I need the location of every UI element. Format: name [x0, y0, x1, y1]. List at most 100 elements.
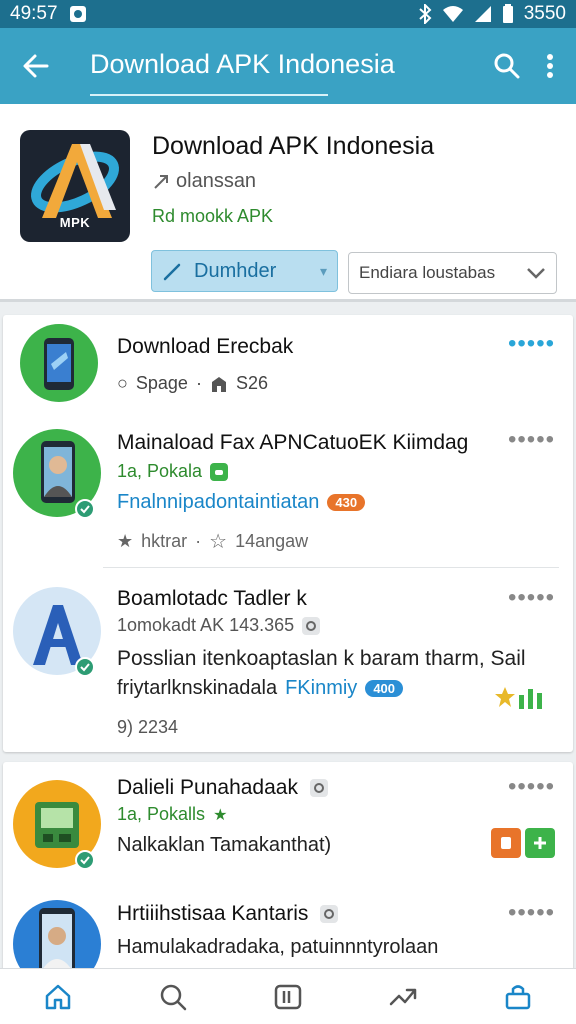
- back-button[interactable]: [0, 28, 72, 104]
- nav-search[interactable]: [143, 969, 203, 1024]
- item-description: Nalkaklan Tamakanthat): [117, 834, 332, 856]
- search-icon: [160, 984, 187, 1010]
- title-underline: [90, 94, 328, 96]
- item-subtitle-text: 1omokadt AK 143.365: [117, 615, 295, 635]
- circle-icon: ○: [117, 373, 128, 393]
- more-vertical-icon: [547, 54, 553, 78]
- nav-home[interactable]: [28, 969, 88, 1024]
- app-logo: MPK: [20, 130, 130, 242]
- green-plus-icon: [525, 828, 555, 858]
- more-options-icon[interactable]: •••••: [508, 586, 555, 610]
- wifi-icon: [442, 5, 464, 23]
- nav-transfer[interactable]: [373, 969, 433, 1024]
- item-title: Mainaload Fax APNCatuoEK Kiimdag: [117, 431, 469, 454]
- overflow-menu-button[interactable]: [530, 28, 570, 104]
- item-title: Boamlotadc Tadler k: [117, 587, 307, 610]
- chevron-down-icon: [527, 268, 545, 279]
- search-icon: [494, 53, 520, 79]
- store-icon: [506, 984, 531, 1009]
- search-button[interactable]: [484, 28, 530, 104]
- list-item[interactable]: Boamlotadc Tadler k ••••• 1omokadt AK 14…: [3, 573, 573, 751]
- download-button[interactable]: Dumhder ▾: [151, 250, 338, 292]
- bottom-navigation: [0, 968, 576, 1024]
- star-filled-icon: ★: [117, 531, 134, 551]
- star-outline-icon: ☆: [209, 531, 228, 553]
- item-meta-b: S26: [235, 373, 268, 393]
- lock-icon: [309, 779, 328, 798]
- separator: ·: [195, 373, 202, 393]
- item-subtitle: 1a, Pokala: [117, 461, 229, 482]
- more-options-icon[interactable]: •••••: [508, 775, 555, 799]
- signal-icon: [474, 5, 492, 23]
- item-subtitle: 1a, Pokalls ★: [117, 804, 227, 825]
- list-item[interactable]: Dalieli Punahadaak ••••• 1a, Pokalls ★ N…: [3, 762, 573, 882]
- item-description-2: friytarlknskinadala FKinmiy 400: [117, 677, 404, 700]
- count-badge: 430: [327, 494, 366, 511]
- list-item[interactable]: Download Erecbak ••••• ○ Spage · S26: [3, 315, 573, 407]
- more-options-icon[interactable]: •••••: [508, 901, 555, 925]
- verified-badge-icon: [75, 499, 95, 519]
- item-meta: 9) 2234: [117, 717, 179, 737]
- more-options-icon[interactable]: •••••: [508, 428, 555, 452]
- list-item[interactable]: Mainaload Fax APNCatuoEK Kiimdag ••••• 1…: [3, 415, 573, 563]
- count-badge: 400: [365, 680, 404, 697]
- app-header-card: MPK Download APK Indonesia olanssan Rd m…: [0, 104, 576, 302]
- lock-icon: [302, 616, 321, 635]
- bluetooth-icon: [418, 4, 432, 24]
- app-tag: Rd mookk APK: [152, 206, 274, 226]
- item-meta-a: Spage: [135, 373, 188, 393]
- home-icon: [45, 984, 70, 1009]
- status-time: 49:57: [10, 3, 58, 24]
- item-title: Download Erecbak: [117, 335, 294, 358]
- item-subtitle-text: 1a, Pokala: [117, 461, 203, 481]
- item-title: Dalieli Punahadaak: [117, 776, 328, 800]
- app-title: Download APK Indonesia: [152, 132, 435, 160]
- category-select[interactable]: Endiara loustabas: [348, 252, 557, 294]
- transfer-icon: [389, 988, 417, 1005]
- list-item[interactable]: Hrtiiihstisaa Kantaris ••••• Hamulakadra…: [3, 890, 573, 988]
- item-meta: ★ hktrar · ☆ 14angaw: [117, 529, 308, 554]
- building-icon: [211, 376, 226, 392]
- app-list-card: Download Erecbak ••••• ○ Spage · S26 Mai…: [3, 315, 573, 752]
- download-button-label: Dumhder: [194, 259, 277, 282]
- status-battery-text: 3550: [523, 3, 566, 24]
- item-description-text: Fnalnnipadontaintiatan: [117, 491, 320, 513]
- orange-app-icon: [491, 828, 521, 858]
- arrow-left-icon: [23, 54, 49, 78]
- app-bar: Download APK Indonesia: [0, 28, 576, 104]
- item-description: Fnalnnipadontaintiatan 430: [117, 491, 366, 514]
- nav-library[interactable]: [258, 969, 318, 1024]
- app-logo-text: MPK: [59, 215, 91, 230]
- share-icon: [154, 174, 168, 189]
- item-description: Posslian itenkoaptaslan k baram tharm, S…: [117, 647, 526, 670]
- chevron-down-icon: ▾: [319, 262, 327, 279]
- app-subtitle-text: olanssan: [176, 170, 257, 192]
- app-list-card: Dalieli Punahadaak ••••• 1a, Pokalls ★ N…: [3, 762, 573, 988]
- lock-icon: [320, 905, 339, 924]
- more-options-icon[interactable]: •••••: [508, 332, 555, 356]
- app-icon-phone: [20, 324, 98, 402]
- app-badges: [491, 828, 555, 858]
- battery-icon: [502, 4, 514, 24]
- item-subtitle-text: 1a, Pokalls: [117, 804, 206, 824]
- separator: ·: [195, 531, 202, 551]
- verified-badge-icon: [75, 657, 95, 677]
- item-description: Hamulakadradaka, patuinnntyrolaan: [117, 936, 439, 958]
- item-subtitle: 1omokadt AK 143.365: [117, 615, 321, 636]
- verified-badge-icon: [75, 850, 95, 870]
- item-title-text: Dalieli Punahadaak: [117, 776, 298, 799]
- item-link[interactable]: FKinmiy: [285, 677, 357, 700]
- item-title-text: Hrtiiihstisaa Kantaris: [117, 902, 309, 925]
- item-meta-a: hktrar: [141, 531, 188, 551]
- notification-icon: [68, 4, 88, 24]
- status-bar: 49:57 3550: [0, 0, 576, 28]
- rating-stars-icon: [495, 685, 551, 716]
- page-title: Download APK Indonesia: [90, 48, 395, 79]
- pencil-icon: [163, 263, 181, 281]
- library-icon: [274, 984, 302, 1009]
- item-description-2-text: friytarlknskinadala: [117, 677, 278, 699]
- nav-store[interactable]: [488, 969, 548, 1024]
- item-title: Hrtiiihstisaa Kantaris: [117, 902, 339, 926]
- app-subtitle: olanssan: [152, 170, 256, 193]
- game-icon: [210, 462, 229, 481]
